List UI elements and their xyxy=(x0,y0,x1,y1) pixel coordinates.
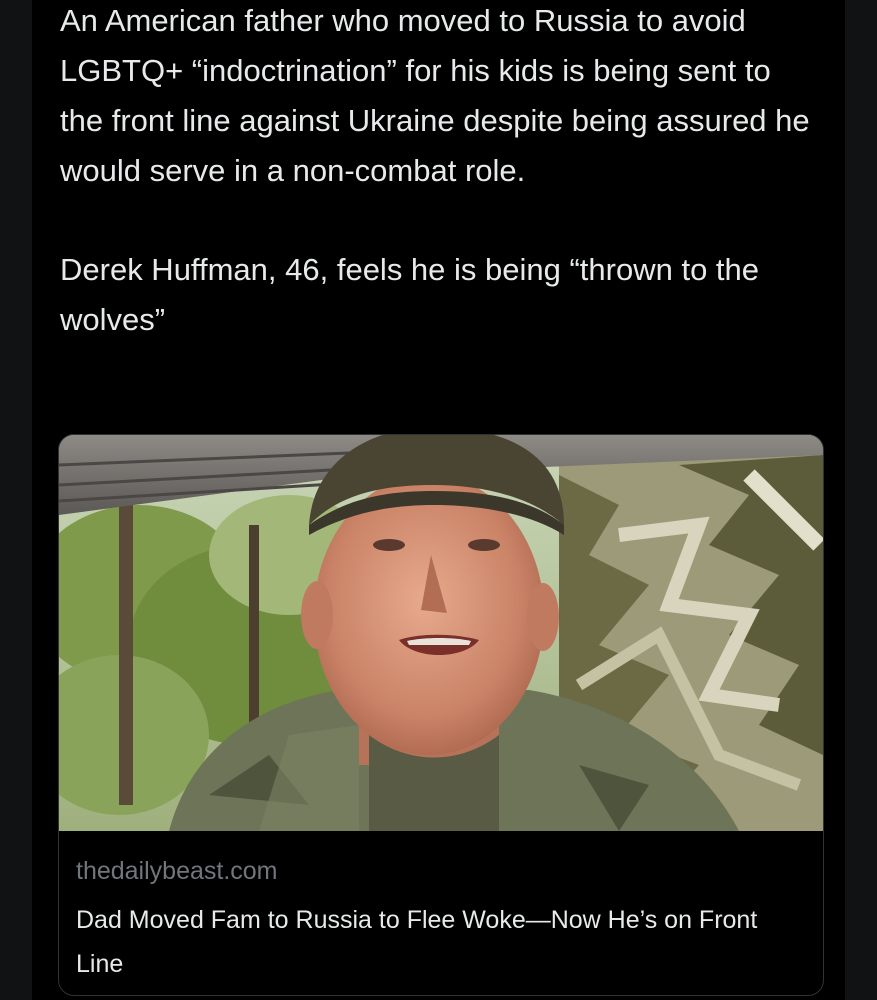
card-headline[interactable]: Dad Moved Fam to Russia to Flee Woke—Now… xyxy=(76,898,806,986)
tweet-paragraph-2: Derek Huffman, 46, feels he is being “th… xyxy=(60,252,760,337)
tweet-paragraph-1: An American father who moved to Russia t… xyxy=(60,3,810,188)
card-domain[interactable]: thedailybeast.com xyxy=(76,856,278,886)
right-gutter xyxy=(845,0,877,1000)
article-thumbnail[interactable] xyxy=(59,435,823,831)
tweet-post: An American father who moved to Russia t… xyxy=(32,0,845,1000)
tweet-text: An American father who moved to Russia t… xyxy=(60,0,820,345)
left-gutter xyxy=(0,0,32,1000)
link-preview-card[interactable]: thedailybeast.com Dad Moved Fam to Russi… xyxy=(58,434,824,996)
thumbnail-image xyxy=(59,435,823,831)
